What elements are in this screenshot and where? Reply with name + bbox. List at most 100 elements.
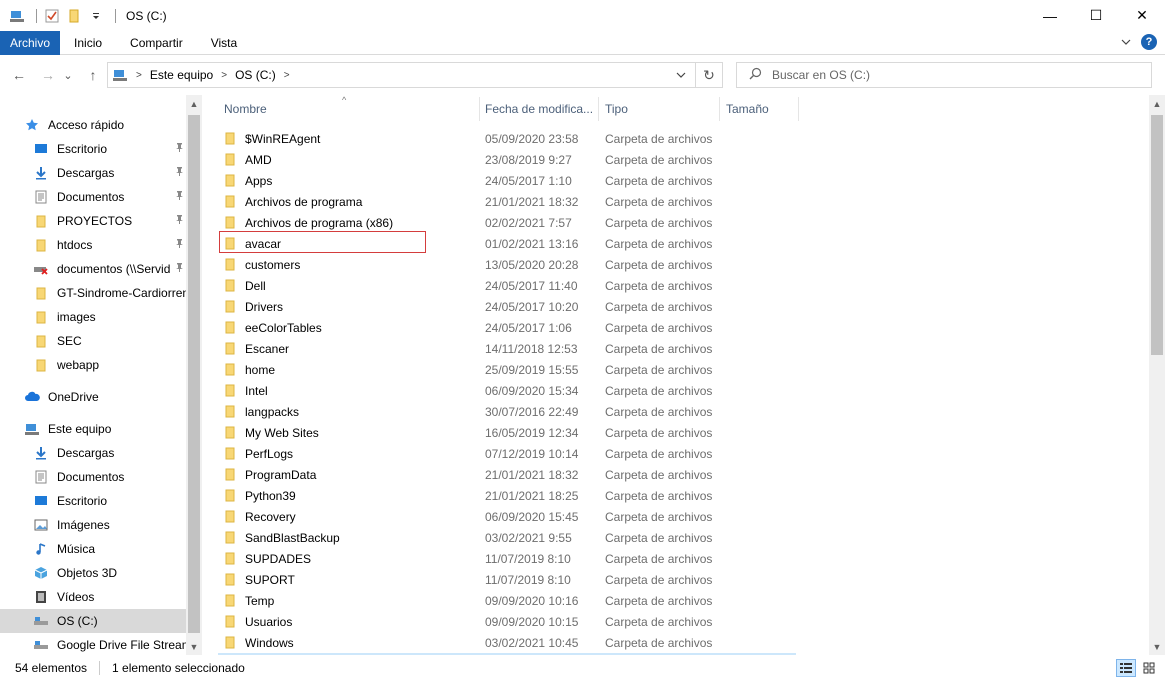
expand-ribbon-icon[interactable]: [1121, 35, 1131, 49]
file-row[interactable]: AMD 23/08/2019 9:27 Carpeta de archivos: [217, 149, 997, 170]
breadcrumb-separator-icon[interactable]: >: [221, 70, 227, 81]
nav-item[interactable]: Este equipo: [0, 417, 186, 441]
nav-item[interactable]: documentos (\\Servid: [0, 257, 186, 281]
column-divider[interactable]: [479, 97, 480, 121]
nav-item[interactable]: Documentos: [0, 185, 186, 209]
tab-inicio[interactable]: Inicio: [60, 31, 116, 55]
nav-item[interactable]: Escritorio: [0, 489, 186, 513]
file-row[interactable]: Drivers 24/05/2017 10:20 Carpeta de archiv…: [217, 296, 997, 317]
file-row[interactable]: Apps 24/05/2017 1:10 Carpeta de archivos: [217, 170, 997, 191]
file-row[interactable]: home 25/09/2019 15:55 Carpeta de archivos: [217, 359, 997, 380]
file-type: Carpeta de archivos: [605, 572, 713, 587]
file-row[interactable]: SandBlastBackup 03/02/2021 9:55 Carpeta de…: [217, 527, 997, 548]
tab-archivo[interactable]: Archivo: [0, 30, 61, 55]
nav-item[interactable]: Google Drive File Stream: [0, 633, 186, 655]
file-row[interactable]: Intel 06/09/2020 15:34 Carpeta de archivos: [217, 380, 997, 401]
nav-item[interactable]: OS (C:): [0, 609, 186, 633]
navigation-pane-scrollbar[interactable]: ▲ ▼: [186, 95, 202, 655]
nav-item[interactable]: OneDrive: [0, 385, 186, 409]
refresh-button[interactable]: ↻: [696, 62, 723, 88]
scrollbar-thumb[interactable]: [1151, 115, 1163, 355]
file-row[interactable]: My Web Sites 16/05/2019 12:34 Carpeta de a…: [217, 422, 997, 443]
details-view-icon[interactable]: [1116, 659, 1136, 677]
back-button[interactable]: ←: [7, 63, 31, 87]
column-header-fecha[interactable]: Fecha de modifica...: [485, 95, 593, 123]
file-row[interactable]: Temp 09/09/2020 10:16 Carpeta de archivos: [217, 590, 997, 611]
nav-item[interactable]: Escritorio: [0, 137, 186, 161]
forward-button[interactable]: →: [36, 63, 60, 87]
close-button[interactable]: ✕: [1119, 0, 1165, 31]
scroll-down-icon[interactable]: ▼: [186, 638, 202, 655]
file-row[interactable]: $WinREAgent 05/09/2020 23:58 Carpeta de ar…: [217, 128, 997, 149]
navigation-bar: ← → ⌄ ↑ > Este equipo > OS (C:) > ↻ Busc…: [0, 55, 1165, 95]
nav-item-label: SEC: [57, 334, 82, 348]
search-input[interactable]: Buscar en OS (C:): [772, 68, 870, 82]
nav-item[interactable]: images: [0, 305, 186, 329]
scroll-up-icon[interactable]: ▲: [1149, 95, 1165, 112]
nav-item[interactable]: webapp: [0, 353, 186, 377]
file-type: Carpeta de archivos: [605, 404, 713, 419]
scrollbar-thumb[interactable]: [188, 115, 200, 633]
nav-item[interactable]: htdocs: [0, 233, 186, 257]
column-header-nombre[interactable]: Nombre: [224, 95, 267, 123]
recent-locations-button[interactable]: ⌄: [60, 63, 76, 87]
breadcrumb-separator-icon[interactable]: >: [284, 70, 290, 81]
file-date: 07/12/2019 10:14: [485, 446, 579, 461]
customize-toolbar-icon[interactable]: [87, 7, 105, 25]
file-row[interactable]: Dell 24/05/2017 11:40 Carpeta de archivos: [217, 275, 997, 296]
nav-item[interactable]: Objetos 3D: [0, 561, 186, 585]
nav-item[interactable]: Música: [0, 537, 186, 561]
nav-item[interactable]: Documentos: [0, 465, 186, 489]
file-row[interactable]: Windows 03/02/2021 10:45 Carpeta de archiv…: [217, 632, 997, 653]
column-header-tamano[interactable]: Tamaño: [726, 95, 769, 123]
file-row[interactable]: langpacks 30/07/2016 22:49 Carpeta de arch…: [217, 401, 997, 422]
file-row[interactable]: avacar 01/02/2021 13:16 Carpeta de archivo…: [217, 231, 997, 254]
breadcrumb-os-c[interactable]: OS (C:): [235, 68, 276, 82]
column-divider[interactable]: [719, 97, 720, 121]
file-row[interactable]: eeColorTables 24/05/2017 1:06 Carpeta de a…: [217, 317, 997, 338]
nav-item[interactable]: Acceso rápido: [0, 113, 186, 137]
file-row[interactable]: Archivos de programa (x86) 02/02/2021 7:5…: [217, 212, 997, 233]
file-name: Apps: [245, 173, 273, 188]
nav-item[interactable]: SEC: [0, 329, 186, 353]
properties-icon[interactable]: [43, 7, 61, 25]
file-row[interactable]: Archivos de programa 21/01/2021 18:32 Carp…: [217, 191, 997, 212]
search-box[interactable]: Buscar en OS (C:): [736, 62, 1152, 88]
tab-compartir[interactable]: Compartir: [116, 31, 197, 55]
tab-vista[interactable]: Vista: [197, 31, 251, 55]
maximize-button[interactable]: ☐: [1073, 0, 1119, 31]
column-header-tipo[interactable]: Tipo: [605, 95, 628, 123]
file-row[interactable]: ProgramData 21/01/2021 18:32 Carpeta de ar…: [217, 464, 997, 485]
computer-icon: [24, 421, 40, 437]
nav-item[interactable]: Descargas: [0, 161, 186, 185]
file-list-scrollbar[interactable]: ▲ ▼: [1149, 95, 1165, 655]
nav-item[interactable]: GT-Sindrome-Cardiorren: [0, 281, 186, 305]
column-divider[interactable]: [798, 97, 799, 121]
help-button[interactable]: ?: [1141, 34, 1157, 50]
new-folder-icon[interactable]: [65, 7, 83, 25]
nav-item[interactable]: Vídeos: [0, 585, 186, 609]
file-row[interactable]: Escaner 14/11/2018 12:53 Carpeta de archiv…: [217, 338, 997, 359]
folder-icon: [225, 363, 237, 376]
file-row[interactable]: PerfLogs 07/12/2019 10:14 Carpeta de archi…: [217, 443, 997, 464]
scroll-up-icon[interactable]: ▲: [186, 95, 202, 112]
up-button[interactable]: ↑: [81, 63, 105, 87]
file-row[interactable]: SUPORT 11/07/2019 8:10 Carpeta de archivos: [217, 569, 997, 590]
scroll-down-icon[interactable]: ▼: [1149, 638, 1165, 655]
file-row[interactable]: Usuarios 09/09/2020 10:15 Carpeta de archi…: [217, 611, 997, 632]
file-row[interactable]: SUPDADES 11/07/2019 8:10 Carpeta de archiv…: [217, 548, 997, 569]
chevron-down-icon[interactable]: [667, 63, 695, 87]
nav-item[interactable]: Descargas: [0, 441, 186, 465]
large-icons-view-icon[interactable]: [1139, 659, 1159, 677]
nav-item[interactable]: Imágenes: [0, 513, 186, 537]
file-row[interactable]: Recovery 06/09/2020 15:45 Carpeta de archi…: [217, 506, 997, 527]
breadcrumb-separator-icon[interactable]: >: [136, 70, 142, 81]
file-row[interactable]: Python39 21/01/2021 18:25 Carpeta de archi…: [217, 485, 997, 506]
breadcrumb-este-equipo[interactable]: Este equipo: [150, 68, 213, 82]
file-name: AMD: [245, 152, 272, 167]
file-row[interactable]: customers 13/05/2020 20:28 Carpeta de arch…: [217, 254, 997, 275]
minimize-button[interactable]: —: [1027, 0, 1073, 31]
nav-item[interactable]: PROYECTOS: [0, 209, 186, 233]
address-bar[interactable]: > Este equipo > OS (C:) >: [107, 62, 696, 88]
column-divider[interactable]: [598, 97, 599, 121]
